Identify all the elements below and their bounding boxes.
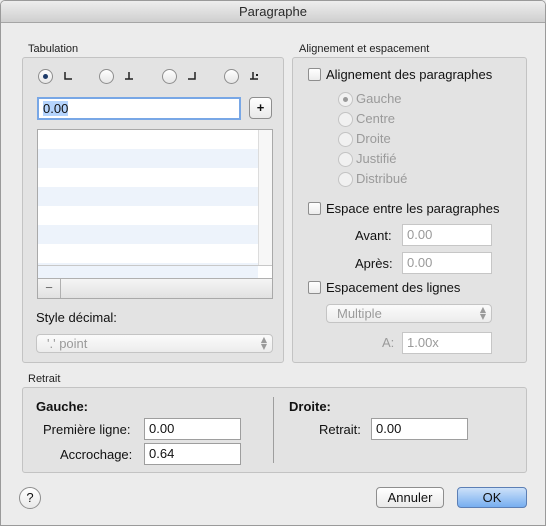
center-tab-icon (124, 71, 136, 83)
help-button[interactable]: ? (19, 487, 41, 509)
line-spacing-label: Espacement des lignes (326, 280, 461, 295)
tab-position-input[interactable]: 0.00 (37, 97, 241, 120)
align-left-radio[interactable] (338, 92, 353, 107)
paragraph-spacing-checkbox[interactable] (308, 202, 321, 215)
align-distributed-label: Distribué (356, 171, 408, 186)
paragraph-alignment-checkbox[interactable] (308, 68, 321, 81)
list-divider (38, 265, 272, 266)
window-title: Paragraphe (1, 1, 545, 23)
line-spacing-checkbox[interactable] (308, 281, 321, 294)
align-right-radio[interactable] (338, 132, 353, 147)
decimal-style-popup[interactable]: '.' point ▲ ▼ (36, 334, 273, 353)
paragraph-spacing-label: Espace entre les paragraphes (326, 201, 500, 216)
list-footer-bar: − (38, 278, 272, 298)
indent-left-heading: Gauche: (36, 399, 89, 414)
decimal-style-label: Style décimal: (36, 310, 117, 325)
left-tab-icon (63, 71, 75, 83)
tabulation-section-label: Tabulation (28, 43, 79, 55)
line-spacing-at-label: A: (382, 335, 395, 350)
indent-right-heading: Droite: (289, 399, 331, 414)
remove-tab-button[interactable]: − (38, 279, 61, 298)
add-tab-button[interactable]: + (249, 97, 272, 119)
tab-decimal-radio[interactable] (224, 69, 239, 84)
cancel-button[interactable]: Annuler (376, 487, 444, 508)
ok-button[interactable]: OK (457, 487, 527, 508)
right-tab-icon (187, 71, 199, 83)
tab-position-value: 0.00 (43, 101, 69, 116)
first-line-input[interactable]: 0.00 (144, 418, 241, 440)
after-input[interactable]: 0.00 (402, 252, 492, 274)
tab-right-radio[interactable] (162, 69, 177, 84)
decimal-tab-icon (249, 71, 261, 83)
line-spacing-at-input[interactable]: 1.00x (402, 332, 492, 354)
tab-center-radio[interactable] (99, 69, 114, 84)
line-spacing-popup[interactable]: Multiple ▲ ▼ (326, 304, 492, 323)
popup-arrows-icon: ▲ ▼ (479, 305, 486, 321)
indent-section-label: Retrait (28, 373, 61, 385)
paragraph-dialog: Paragraphe Tabulation 0.00 + − Style déc… (0, 0, 546, 526)
after-label: Après: (355, 256, 393, 271)
paragraph-alignment-label: Alignement des paragraphes (326, 67, 493, 82)
line-spacing-mode: Multiple (337, 306, 382, 321)
align-distributed-radio[interactable] (338, 172, 353, 187)
align-center-radio[interactable] (338, 112, 353, 127)
align-justify-label: Justifié (356, 151, 397, 166)
tab-stops-scrollbar[interactable] (258, 130, 272, 265)
right-indent-input[interactable]: 0.00 (371, 418, 468, 440)
alignment-section-label: Alignement et espacement (299, 43, 430, 55)
hanging-input[interactable]: 0.64 (144, 443, 241, 465)
indent-divider (273, 397, 274, 463)
popup-arrows-icon: ▲ ▼ (260, 335, 267, 351)
align-right-label: Droite (356, 131, 391, 146)
right-indent-label: Retrait: (319, 422, 361, 437)
before-label: Avant: (355, 228, 392, 243)
first-line-label: Première ligne: (43, 422, 131, 437)
before-input[interactable]: 0.00 (402, 224, 492, 246)
tab-left-radio[interactable] (38, 69, 53, 84)
tab-stops-list[interactable]: − (37, 129, 273, 299)
align-left-label: Gauche (356, 91, 402, 106)
decimal-style-value: '.' point (47, 336, 88, 351)
tab-stops-rows (38, 130, 258, 298)
align-center-label: Centre (356, 111, 396, 126)
align-justify-radio[interactable] (338, 152, 353, 167)
hanging-label: Accrochage: (60, 447, 133, 462)
